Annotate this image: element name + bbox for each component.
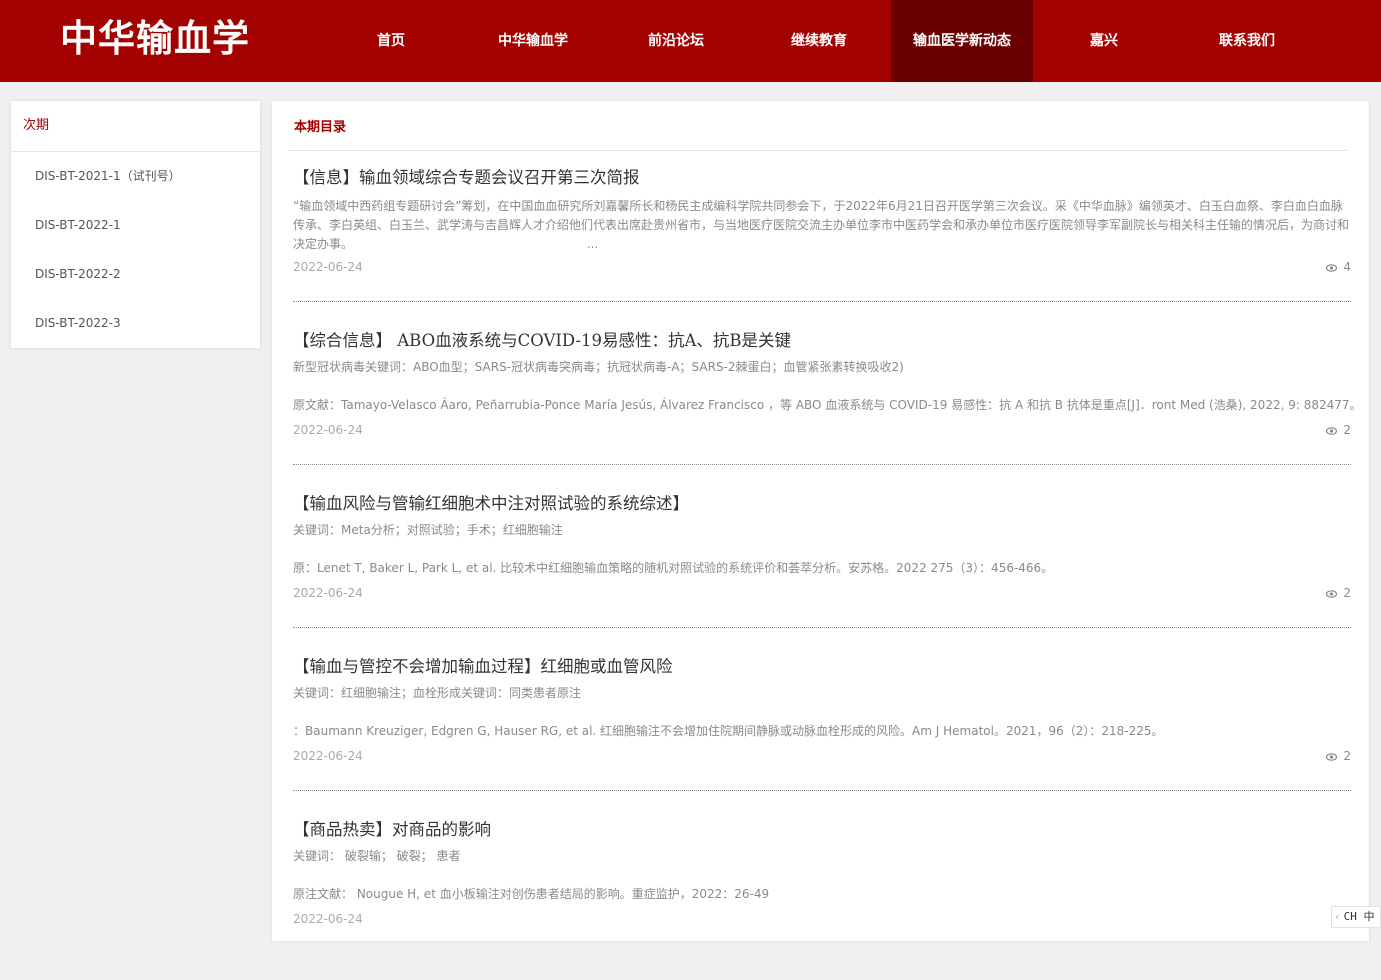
chevron-left-icon: ‹ (1334, 910, 1341, 923)
article-ellipsis: ... (586, 237, 599, 251)
view-count: 4 (1343, 260, 1351, 274)
view-count: 2 (1343, 586, 1351, 600)
sidebar-item-issue[interactable]: DIS-BT-2022-1 (11, 201, 260, 250)
article-views: 2 (1326, 584, 1351, 602)
article-item: 【输血风险与管输红细胞术中注对照试验的系统综述】 关键词：Meta分析；对照试验… (293, 491, 1351, 654)
language-switcher[interactable]: ‹ CH 中 (1331, 906, 1381, 928)
view-count: 2 (1343, 423, 1351, 437)
eye-icon (1326, 427, 1338, 435)
nav-item-transfusion[interactable]: 中华输血学 (462, 0, 604, 82)
article-keywords: 关键词：Meta分析；对照试验；手术；红细胞输注 (293, 523, 563, 537)
language-label: CH 中 (1343, 910, 1375, 923)
article-item: 【信息】输血领域综合专题会议召开第三次简报 “输血领域中西药组专题研讨会”筹划，… (293, 165, 1351, 328)
nav-item-education[interactable]: 继续教育 (748, 0, 890, 82)
article-divider (293, 464, 1351, 465)
nav-item-home[interactable]: 首页 (320, 0, 462, 82)
nav-item-contact[interactable]: 联系我们 (1176, 0, 1318, 82)
article-reference: 原：Lenet T, Baker L, Park L, et al. 比较术中红… (293, 561, 1054, 575)
article-views: 2 (1326, 421, 1351, 439)
eye-icon (1326, 590, 1338, 598)
article-views: 4 (1326, 258, 1351, 276)
article-keywords: 关键词：红细胞输注；血栓形成关键词：同类患者原注 (293, 686, 582, 700)
article-divider (293, 790, 1351, 791)
sidebar-title: 次期 (11, 101, 260, 152)
article-title[interactable]: 【综合信息】 ABO血液系统与COVID-19易感性：抗A、抗B是关键 (293, 328, 791, 354)
article-item: 【商品热卖】对商品的影响 关键词： 破裂输； 破裂； 患者 原注文献： Noug… (293, 817, 1351, 980)
nav-item-news[interactable]: 输血医学新动态 (891, 0, 1033, 82)
article-reference: 原注文献： Nougue H, et 血小板输注对创伤患者结局的影响。重症监护，… (293, 887, 770, 901)
article-item: 【输血与管控不会增加输血过程】红细胞或血管风险 关键词：红细胞输注；血栓形成关键… (293, 654, 1351, 817)
article-divider (293, 627, 1351, 628)
article-item: 【综合信息】 ABO血液系统与COVID-19易感性：抗A、抗B是关键 新型冠状… (293, 328, 1362, 491)
site-logo[interactable]: 中华输血学 (60, 14, 250, 64)
article-reference: 原文献：Tamayo-Velasco Áaro, Peñarrubia-Ponc… (293, 398, 1362, 412)
article-summary: “输血领域中西药组专题研讨会”筹划，在中国血血研究所刘嘉馨所长和杨民主成编科学院… (293, 197, 1351, 254)
sidebar-item-issue[interactable]: DIS-BT-2022-2 (11, 250, 260, 299)
article-title[interactable]: 【输血风险与管输红细胞术中注对照试验的系统综述】 (293, 491, 689, 517)
article-title[interactable]: 【输血与管控不会增加输血过程】红细胞或血管风险 (293, 654, 673, 680)
article-date: 2022-06-24 (293, 423, 363, 437)
nav-item-jiaxing[interactable]: 嘉兴 (1033, 0, 1175, 82)
view-count: 2 (1343, 749, 1351, 763)
eye-icon (1326, 753, 1338, 761)
article-keywords: 新型冠状病毒关键词：ABO血型；SARS-冠状病毒突病毒；抗冠状病毒-A；SAR… (293, 360, 904, 374)
article-summary-text: “输血领域中西药组专题研讨会”筹划，在中国血血研究所刘嘉馨所长和杨民主成编科学院… (293, 199, 1350, 251)
article-keywords: 关键词： 破裂输； 破裂； 患者 (293, 849, 461, 863)
article-views: 2 (1326, 747, 1351, 765)
sidebar-item-issue[interactable]: DIS-BT-2021-1（试刊号） (11, 152, 260, 201)
article-date: 2022-06-24 (293, 912, 363, 926)
issue-contents: 本期目录 【信息】输血领域综合专题会议召开第三次简报 “输血领域中西药组专题研讨… (272, 101, 1369, 941)
nav-item-forum[interactable]: 前沿论坛 (605, 0, 747, 82)
sidebar-item-issue[interactable]: DIS-BT-2022-3 (11, 299, 260, 348)
contents-title: 本期目录 (288, 101, 1348, 151)
article-title[interactable]: 【商品热卖】对商品的影响 (293, 817, 491, 843)
article-title[interactable]: 【信息】输血领域综合专题会议召开第三次简报 (293, 165, 640, 191)
issue-sidebar: 次期 DIS-BT-2021-1（试刊号） DIS-BT-2022-1 DIS-… (11, 101, 260, 348)
article-divider (293, 301, 1351, 302)
article-date: 2022-06-24 (293, 260, 363, 274)
article-date: 2022-06-24 (293, 586, 363, 600)
site-header: 中华输血学 首页 中华输血学 前沿论坛 继续教育 输血医学新动态 嘉兴 联系我们 (0, 0, 1381, 82)
article-date: 2022-06-24 (293, 749, 363, 763)
eye-icon (1326, 264, 1338, 272)
article-reference: ：Baumann Kreuziger, Edgren G, Hauser RG,… (293, 724, 1164, 738)
